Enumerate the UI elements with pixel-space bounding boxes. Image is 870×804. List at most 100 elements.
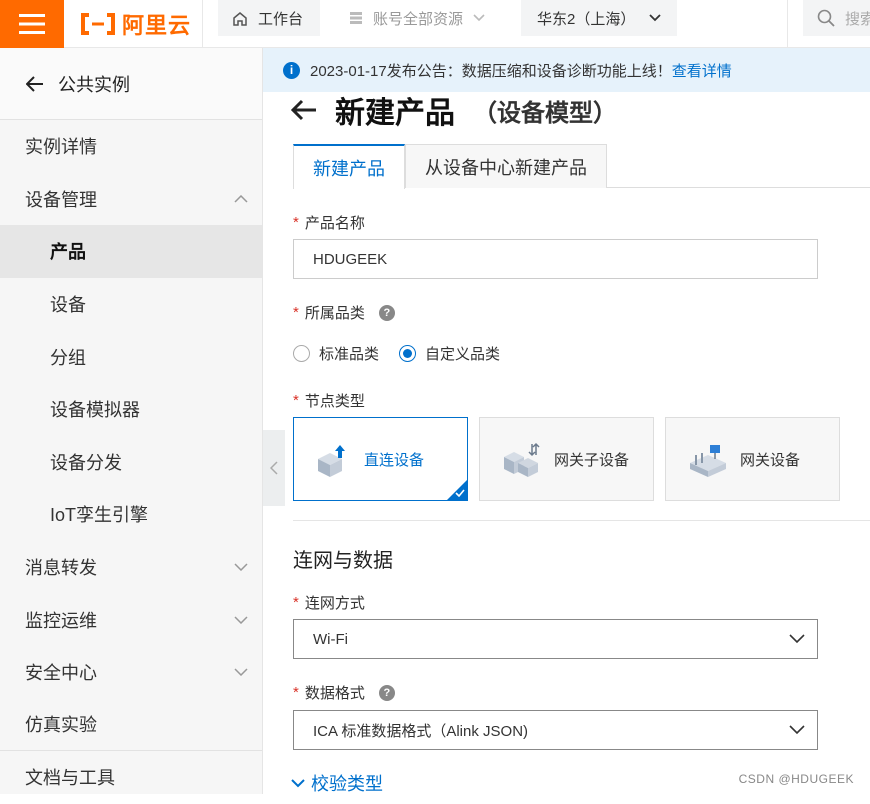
view-details-link[interactable]: 查看详情 bbox=[672, 63, 732, 80]
data-format-select[interactable]: ICA 标准数据格式（Alink JSON) bbox=[293, 710, 818, 750]
workbench-label: 工作台 bbox=[258, 8, 303, 29]
verify-type-toggle[interactable]: 校验类型 bbox=[291, 770, 383, 796]
sidebar-item-label: IoT孪生引擎 bbox=[50, 501, 148, 527]
workbench-button[interactable]: 工作台 bbox=[218, 0, 320, 36]
sidebar-item-device-management[interactable]: 设备管理 bbox=[0, 173, 262, 226]
sidebar-item-label: 设备分发 bbox=[50, 449, 122, 475]
verify-type-label: 校验类型 bbox=[311, 770, 383, 796]
radio-custom-category[interactable]: 自定义品类 bbox=[399, 343, 500, 364]
section-title-network-data: 连网与数据 bbox=[293, 544, 393, 573]
radio-circle-checked bbox=[399, 345, 416, 362]
sidebar-item-label: 文档与工具 bbox=[25, 764, 115, 790]
chevron-down-icon bbox=[234, 563, 248, 571]
divider bbox=[202, 0, 203, 48]
node-type-label: * 节点类型 bbox=[293, 390, 365, 411]
chevron-down-icon bbox=[234, 616, 248, 624]
sidebar-item-monitoring[interactable]: 监控运维 bbox=[0, 593, 262, 646]
region-label: 华东2（上海） bbox=[537, 8, 635, 29]
data-format-value: ICA 标准数据格式（Alink JSON) bbox=[313, 720, 528, 741]
menu-button[interactable] bbox=[0, 0, 64, 48]
sidebar-item-device[interactable]: 设备 bbox=[0, 278, 262, 331]
resources-label: 账号全部资源 bbox=[373, 8, 463, 29]
sidebar-item-docs-tools[interactable]: 文档与工具 bbox=[0, 751, 262, 804]
required-mark: * bbox=[293, 392, 299, 409]
sidebar-item-simulation-lab[interactable]: 仿真实验 bbox=[0, 699, 262, 752]
search-placeholder: 搜索 bbox=[845, 8, 870, 29]
radio-standard-category[interactable]: 标准品类 bbox=[293, 343, 379, 364]
data-format-label: *数据格式? bbox=[293, 682, 395, 703]
node-type-gateway-device[interactable]: 网关设备 bbox=[665, 417, 840, 501]
network-select[interactable]: Wi-Fi bbox=[293, 619, 818, 659]
sidebar-item-label: 产品 bbox=[50, 238, 86, 264]
sidebar: 公共实例 实例详情 设备管理 产品 设备 分组 设备模拟器 设备分发 IoT孪生… bbox=[0, 48, 263, 794]
sidebar-item-group[interactable]: 分组 bbox=[0, 330, 262, 383]
help-icon[interactable]: ? bbox=[379, 305, 395, 321]
network-value: Wi-Fi bbox=[313, 631, 348, 648]
radio-circle bbox=[293, 345, 310, 362]
tab-bar: 新建产品 从设备中心新建产品 bbox=[293, 144, 870, 188]
section-divider bbox=[293, 520, 870, 521]
card-label: 网关设备 bbox=[740, 449, 800, 470]
required-mark: * bbox=[293, 594, 299, 611]
tab-from-device-center[interactable]: 从设备中心新建产品 bbox=[405, 144, 607, 188]
search-icon bbox=[817, 9, 835, 27]
top-bar: 阿里云 工作台 账号全部资源 华东2（上海） 搜索 bbox=[0, 0, 870, 48]
announcement-message: 2023-01-17发布公告：数据压缩和设备诊断功能上线！ bbox=[310, 63, 672, 80]
field-label: 产品名称 bbox=[305, 212, 365, 233]
product-name-input[interactable]: HDUGEEK bbox=[293, 239, 818, 279]
arrow-left-icon bbox=[26, 76, 44, 92]
divider bbox=[787, 0, 788, 48]
sidebar-item-label: 设备 bbox=[50, 291, 86, 317]
direct-device-icon bbox=[316, 441, 352, 477]
chevron-down-icon bbox=[291, 779, 305, 788]
sidebar-item-device-simulator[interactable]: 设备模拟器 bbox=[0, 383, 262, 436]
sidebar-item-security[interactable]: 安全中心 bbox=[0, 646, 262, 699]
category-label: * 所属品类? bbox=[293, 302, 395, 323]
chevron-up-icon bbox=[234, 195, 248, 203]
chevron-down-icon bbox=[649, 14, 661, 22]
sidebar-item-label: 消息转发 bbox=[25, 554, 97, 580]
help-icon[interactable]: ? bbox=[379, 685, 395, 701]
chevron-down-icon bbox=[789, 725, 805, 735]
logo-text: 阿里云 bbox=[122, 8, 191, 40]
sidebar-item-instance-detail[interactable]: 实例详情 bbox=[0, 120, 262, 173]
back-label: 公共实例 bbox=[58, 71, 130, 97]
announcement-banner: i 2023-01-17发布公告：数据压缩和设备诊断功能上线！查看详情 bbox=[263, 48, 870, 92]
stack-icon bbox=[349, 11, 363, 25]
sidebar-item-device-distribution[interactable]: 设备分发 bbox=[0, 436, 262, 489]
sidebar-item-label: 设备模拟器 bbox=[50, 396, 140, 422]
required-mark: * bbox=[293, 304, 299, 321]
page-header: 新建产品 （设备模型） bbox=[291, 88, 617, 132]
field-label: 所属品类 bbox=[305, 302, 365, 323]
search-box[interactable]: 搜索 bbox=[803, 0, 870, 36]
radio-label: 标准品类 bbox=[319, 343, 379, 364]
arrow-left-icon[interactable] bbox=[291, 99, 317, 121]
home-icon bbox=[232, 11, 248, 26]
chevron-down-icon bbox=[234, 668, 248, 676]
check-icon bbox=[455, 489, 465, 497]
tab-new-product[interactable]: 新建产品 bbox=[293, 144, 405, 189]
aliyun-logo[interactable]: 阿里云 bbox=[80, 8, 191, 40]
back-to-instance[interactable]: 公共实例 bbox=[0, 48, 262, 120]
sidebar-item-label: 仿真实验 bbox=[25, 711, 97, 737]
announcement-text: 2023-01-17发布公告：数据压缩和设备诊断功能上线！查看详情 bbox=[310, 60, 732, 81]
node-type-gateway-sub-device[interactable]: 网关子设备 bbox=[479, 417, 654, 501]
product-name-value: HDUGEEK bbox=[313, 251, 387, 268]
required-mark: * bbox=[293, 684, 299, 701]
sidebar-item-label: 分组 bbox=[50, 344, 86, 370]
card-label: 网关子设备 bbox=[554, 449, 629, 470]
sidebar-item-label: 监控运维 bbox=[25, 607, 97, 633]
chevron-down-icon bbox=[473, 14, 485, 22]
sidebar-item-product[interactable]: 产品 bbox=[0, 225, 262, 278]
region-dropdown[interactable]: 华东2（上海） bbox=[521, 0, 677, 36]
hamburger-icon bbox=[19, 14, 45, 34]
sidebar-item-iot-twin[interactable]: IoT孪生引擎 bbox=[0, 488, 262, 541]
field-label: 节点类型 bbox=[305, 390, 365, 411]
watermark: CSDN @HDUGEEK bbox=[739, 772, 854, 786]
node-type-direct-device[interactable]: 直连设备 bbox=[293, 417, 468, 501]
sidebar-item-message-forwarding[interactable]: 消息转发 bbox=[0, 541, 262, 594]
resources-dropdown[interactable]: 账号全部资源 bbox=[335, 0, 505, 36]
product-name-label: *产品名称 bbox=[293, 212, 365, 233]
page-title: 新建产品 bbox=[335, 88, 455, 132]
card-label: 直连设备 bbox=[364, 449, 424, 470]
